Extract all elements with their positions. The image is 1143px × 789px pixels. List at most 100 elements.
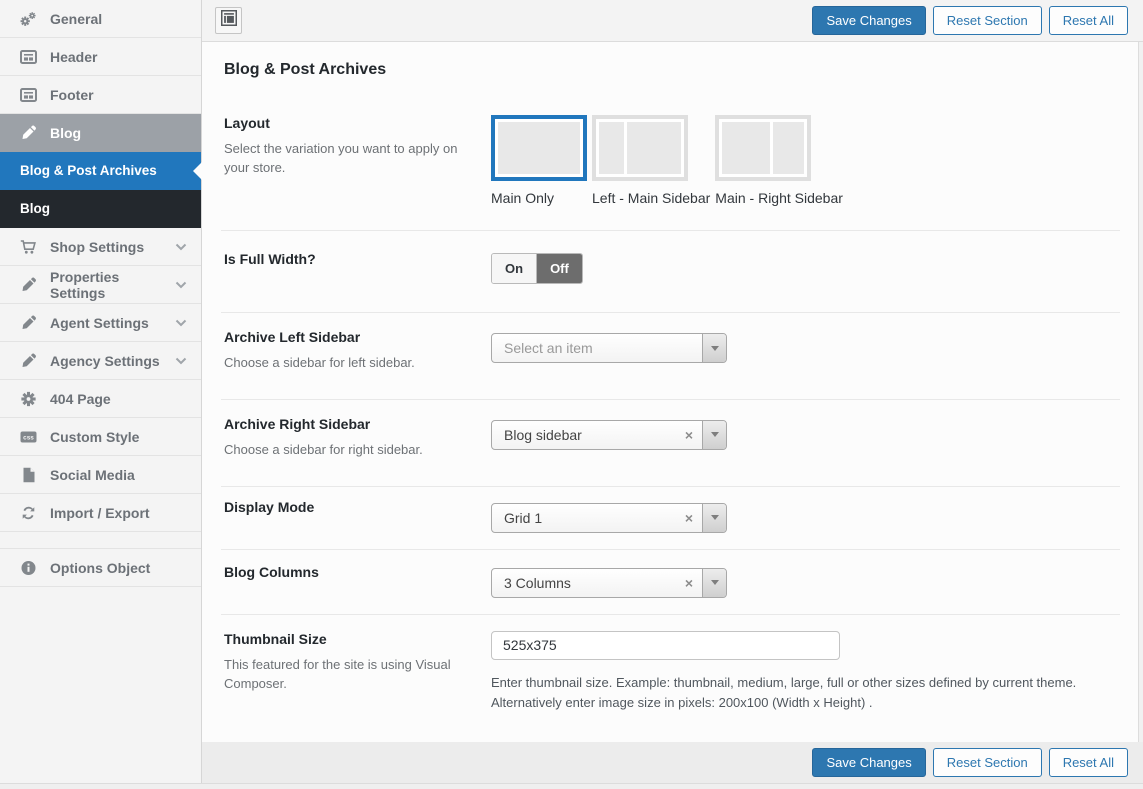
sync-icon <box>20 505 37 521</box>
chevron-down-icon <box>175 243 187 251</box>
pencil-icon <box>20 277 37 293</box>
field-row-full-width: Is Full Width? On Off <box>221 231 1120 313</box>
pencil-icon <box>20 125 37 141</box>
sidebar-item-blog[interactable]: Blog <box>0 114 201 152</box>
layout-thumbnail <box>715 115 811 181</box>
select-dropdown-button[interactable] <box>702 421 726 449</box>
reset-all-button[interactable]: Reset All <box>1049 6 1128 35</box>
sidebar-item-label: Blog <box>50 125 81 141</box>
layout-option-main-only[interactable]: Main Only <box>491 115 587 206</box>
thumbnail-size-input[interactable] <box>491 631 840 660</box>
select-dropdown-button[interactable] <box>702 504 726 532</box>
display-mode-select[interactable]: Grid 1 × <box>491 503 727 533</box>
blog-columns-select[interactable]: 3 Columns × <box>491 568 727 598</box>
main-area: Save Changes Reset Section Reset All Blo… <box>202 0 1143 783</box>
reset-all-button[interactable]: Reset All <box>1049 748 1128 777</box>
field-row-display-mode: Display Mode Grid 1 × <box>221 487 1120 550</box>
save-changes-button[interactable]: Save Changes <box>812 748 925 777</box>
select-value: Blog sidebar <box>504 427 582 443</box>
sidebar-item-404-page[interactable]: 404 Page <box>0 380 201 418</box>
sidebar-item-label: Shop Settings <box>50 239 144 255</box>
sidebar-item-label: Options Object <box>50 560 150 576</box>
field-row-thumbnail-size: Thumbnail Size This featured for the sit… <box>221 615 1120 742</box>
full-width-toggle: On Off <box>491 253 583 284</box>
toggle-on-button[interactable]: On <box>492 254 537 283</box>
css-icon: css <box>20 429 37 445</box>
layout-option-left-main-sidebar[interactable]: Left - Main Sidebar <box>592 115 710 206</box>
field-label: Layout <box>224 115 465 131</box>
pencil-icon <box>20 353 37 369</box>
layout-option-label: Main Only <box>491 190 587 206</box>
pencil-icon <box>20 315 37 331</box>
sidebar-item-label: Agent Settings <box>50 315 149 331</box>
reset-section-button[interactable]: Reset Section <box>933 748 1042 777</box>
sidebar-item-general[interactable]: General <box>0 0 201 38</box>
sidebar-item-label: Import / Export <box>50 505 150 521</box>
archive-left-sidebar-select[interactable]: Select an item <box>491 333 727 363</box>
section-content: Blog & Post Archives Layout Select the v… <box>202 42 1139 742</box>
sidebar-item-label: Social Media <box>50 467 135 483</box>
gears-icon <box>20 11 37 27</box>
layout-expand-icon <box>221 10 237 31</box>
page-icon <box>20 467 37 483</box>
field-row-blog-columns: Blog Columns 3 Columns × <box>221 550 1120 615</box>
archive-right-sidebar-select[interactable]: Blog sidebar × <box>491 420 727 450</box>
svg-text:css: css <box>23 434 34 441</box>
caret-down-icon <box>711 432 719 437</box>
bottom-action-bar: Save Changes Reset Section Reset All <box>202 742 1143 783</box>
sidebar-item-label: 404 Page <box>50 391 111 407</box>
sidebar-item-social-media[interactable]: Social Media <box>0 456 201 494</box>
sidebar-item-label: Header <box>50 49 97 65</box>
field-label: Display Mode <box>224 499 465 515</box>
sidebar-item-label: Properties Settings <box>50 269 175 301</box>
sidebar-item-agent-settings[interactable]: Agent Settings <box>0 304 201 342</box>
sidebar-item-import-export[interactable]: Import / Export <box>0 494 201 532</box>
gear-icon <box>20 391 37 407</box>
field-label: Is Full Width? <box>224 251 465 267</box>
field-description: Choose a sidebar for right sidebar. <box>224 441 465 460</box>
layout-thumbnail <box>491 115 587 181</box>
caret-down-icon <box>711 580 719 585</box>
layout-option-main-right-sidebar[interactable]: Main - Right Sidebar <box>715 115 843 206</box>
sidebar-item-shop-settings[interactable]: Shop Settings <box>0 228 201 266</box>
sidebar-item-blog-post-archives[interactable]: Blog & Post Archives <box>0 152 201 190</box>
sidebar-item-custom-style[interactable]: css Custom Style <box>0 418 201 456</box>
sidebar-item-header[interactable]: Header <box>0 38 201 76</box>
sidebar-item-label: Footer <box>50 87 94 103</box>
layout-option-label: Left - Main Sidebar <box>592 190 710 206</box>
top-action-bar: Save Changes Reset Section Reset All <box>202 0 1143 42</box>
sidebar-item-label: Blog & Post Archives <box>20 163 157 178</box>
select-value: Grid 1 <box>504 510 542 526</box>
chevron-down-icon <box>175 319 187 327</box>
sidebar-divider <box>0 532 201 549</box>
select-placeholder: Select an item <box>504 340 593 356</box>
clear-selection-icon[interactable]: × <box>685 575 693 591</box>
clear-selection-icon[interactable]: × <box>685 510 693 526</box>
select-dropdown-button[interactable] <box>702 569 726 597</box>
sidebar-item-agency-settings[interactable]: Agency Settings <box>0 342 201 380</box>
sidebar-item-properties-settings[interactable]: Properties Settings <box>0 266 201 304</box>
sidebar-item-blog-sub[interactable]: Blog <box>0 190 201 228</box>
sidebar-item-footer[interactable]: Footer <box>0 76 201 114</box>
field-label: Blog Columns <box>224 564 465 580</box>
cart-icon <box>20 239 37 255</box>
settings-sidebar: General Header <box>0 0 202 783</box>
clear-selection-icon[interactable]: × <box>685 427 693 443</box>
sidebar-item-label: General <box>50 11 102 27</box>
field-help-text: Enter thumbnail size. Example: thumbnail… <box>491 673 1109 715</box>
expand-options-button[interactable] <box>215 7 242 34</box>
layout-image-select: Main Only Left - Main Sidebar Main - Rig… <box>491 115 1120 206</box>
select-dropdown-button[interactable] <box>702 334 726 362</box>
layout-option-label: Main - Right Sidebar <box>715 190 843 206</box>
field-description: This featured for the site is using Visu… <box>224 656 465 694</box>
sidebar-item-options-object[interactable]: Options Object <box>0 549 201 587</box>
options-panel: General Header <box>0 0 1143 783</box>
field-row-archive-left-sidebar: Archive Left Sidebar Choose a sidebar fo… <box>221 313 1120 400</box>
caret-down-icon <box>711 346 719 351</box>
chevron-down-icon <box>175 281 187 289</box>
page-bottom-strip <box>0 783 1143 789</box>
save-changes-button[interactable]: Save Changes <box>812 6 925 35</box>
toggle-off-button[interactable]: Off <box>537 254 582 283</box>
field-row-layout: Layout Select the variation you want to … <box>221 93 1120 231</box>
reset-section-button[interactable]: Reset Section <box>933 6 1042 35</box>
